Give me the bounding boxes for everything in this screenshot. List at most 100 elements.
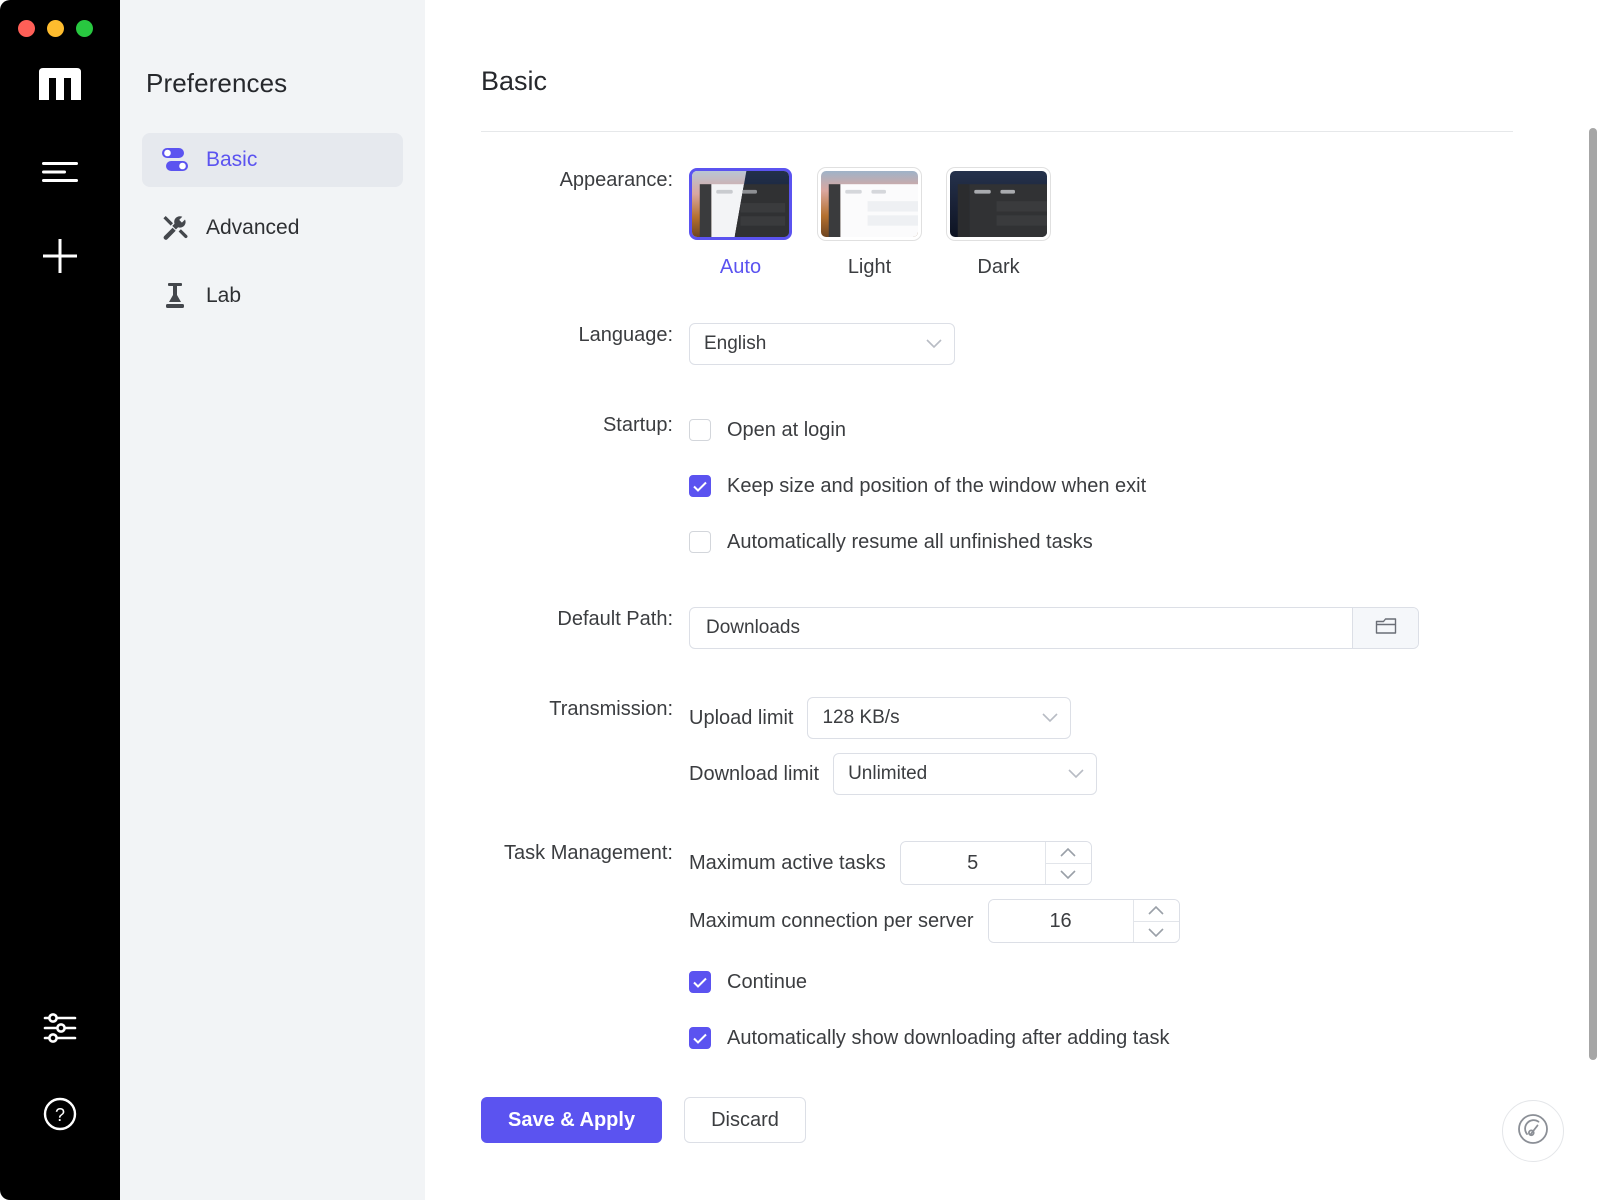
stepper-buttons (1044, 842, 1091, 884)
speed-gauge-button[interactable] (1502, 1100, 1564, 1162)
theme-thumbnail-dark (947, 168, 1050, 240)
download-limit-label: Download limit (689, 762, 820, 785)
checkbox-row-auto-show-downloading[interactable]: Automatically show downloading after add… (689, 1021, 1600, 1055)
traffic-lights (18, 20, 93, 37)
theme-option-light[interactable]: Light (818, 168, 921, 279)
flask-icon (160, 281, 190, 311)
minimize-window-button[interactable] (47, 20, 64, 37)
maximize-window-button[interactable] (76, 20, 93, 37)
sidebar-title: Preferences (146, 68, 288, 98)
max-active-tasks-input[interactable] (900, 842, 1045, 884)
appearance-label: Appearance: (559, 169, 673, 191)
title-divider (481, 131, 1513, 132)
download-limit-value: Unlimited (848, 763, 928, 784)
theme-label-light: Light (847, 256, 892, 278)
default-path-field[interactable] (689, 607, 1419, 649)
add-task-icon[interactable] (0, 232, 120, 280)
app-window: ? Preferences Basic Advanced Lab Basic A… (0, 0, 1600, 1200)
checkbox-auto-resume[interactable] (689, 531, 711, 553)
theme-label-dark: Dark (977, 256, 1020, 278)
download-limit-select[interactable]: Unlimited (833, 753, 1098, 795)
checkbox-keep-size-position[interactable] (689, 475, 711, 497)
startup-row: Startup: Open at login Keep size and pos… (481, 413, 1600, 559)
discard-button[interactable]: Discard (684, 1097, 806, 1143)
startup-label: Startup: (602, 414, 673, 436)
max-connection-group: Maximum connection per server (689, 899, 1600, 943)
app-logo-icon (0, 66, 120, 102)
svg-text:?: ? (55, 1105, 65, 1125)
folder-icon (1375, 616, 1397, 641)
stepper-increment-button[interactable] (1133, 900, 1179, 921)
sidebar-item-label: Lab (206, 284, 242, 307)
max-active-tasks-stepper[interactable] (899, 841, 1092, 885)
checkbox-auto-show-downloading[interactable] (689, 1027, 711, 1049)
footer-actions: Save & Apply Discard (481, 1097, 1600, 1143)
checkbox-label: Open at login (727, 418, 846, 441)
sidebar-item-label: Basic (206, 148, 258, 171)
checkbox-row-open-at-login[interactable]: Open at login (689, 413, 1600, 447)
transmission-label: Transmission: (549, 698, 673, 720)
checkbox-label: Automatically show downloading after add… (727, 1026, 1170, 1049)
upload-limit-value: 128 KB/s (822, 707, 900, 728)
vertical-scrollbar[interactable] (1589, 128, 1597, 1060)
max-active-tasks-group: Maximum active tasks (689, 841, 1600, 885)
download-limit-group: Download limit Unlimited (689, 753, 1600, 795)
default-path-row: Default Path: (481, 607, 1600, 649)
stepper-increment-button[interactable] (1045, 842, 1091, 863)
tools-icon (160, 213, 190, 243)
max-connection-stepper[interactable] (987, 899, 1180, 943)
chevron-down-icon (1068, 763, 1084, 785)
checkbox-open-at-login[interactable] (689, 419, 711, 441)
stepper-decrement-button[interactable] (1045, 863, 1091, 884)
preferences-sidebar: Preferences Basic Advanced Lab (120, 0, 425, 1200)
close-window-button[interactable] (18, 20, 35, 37)
task-management-label: Task Management: (504, 842, 673, 864)
stepper-decrement-button[interactable] (1133, 921, 1179, 942)
help-icon[interactable]: ? (0, 1090, 120, 1138)
theme-option-auto[interactable]: Auto (689, 168, 792, 279)
sidebar-item-basic[interactable]: Basic (142, 133, 403, 187)
theme-thumbnail-light (818, 168, 921, 240)
stepper-buttons (1132, 900, 1179, 942)
preferences-icon[interactable] (0, 1004, 120, 1052)
checkbox-label: Keep size and position of the window whe… (727, 474, 1147, 497)
appearance-row: Appearance: Auto Light Dark (481, 168, 1600, 279)
theme-thumbnail-auto (689, 168, 792, 240)
checkbox-label: Automatically resume all unfinished task… (727, 530, 1093, 553)
language-select[interactable]: English (689, 323, 955, 365)
max-active-tasks-label: Maximum active tasks (689, 851, 886, 874)
default-path-label: Default Path: (557, 608, 673, 630)
browse-folder-button[interactable] (1352, 608, 1418, 648)
sidebar-nav: Basic Advanced Lab (120, 133, 425, 323)
sidebar-item-advanced[interactable]: Advanced (142, 201, 403, 255)
checkbox-row-auto-resume[interactable]: Automatically resume all unfinished task… (689, 525, 1600, 559)
sidebar-item-label: Advanced (206, 216, 300, 239)
checkbox-row-keep-size-position[interactable]: Keep size and position of the window whe… (689, 469, 1600, 503)
sidebar-item-lab[interactable]: Lab (142, 269, 403, 323)
save-apply-button[interactable]: Save & Apply (481, 1097, 663, 1143)
theme-label-auto: Auto (719, 256, 762, 278)
chevron-down-icon (1042, 707, 1059, 729)
max-connection-label: Maximum connection per server (689, 909, 974, 932)
language-row: Language: English (481, 323, 1600, 365)
checkbox-continue[interactable] (689, 971, 711, 993)
chevron-down-icon (926, 333, 942, 355)
left-rail: ? (0, 0, 120, 1200)
default-path-input[interactable] (690, 608, 1352, 648)
language-label: Language: (578, 324, 673, 346)
page-title: Basic (481, 66, 548, 96)
upload-limit-select[interactable]: 128 KB/s (807, 697, 1072, 739)
checkbox-row-continue[interactable]: Continue (689, 965, 1600, 999)
language-value: English (704, 333, 767, 354)
menu-icon[interactable] (0, 150, 120, 194)
checkbox-label: Continue (727, 970, 808, 993)
theme-option-dark[interactable]: Dark (947, 168, 1050, 279)
appearance-options: Auto Light Dark (689, 168, 1600, 279)
task-management-row: Task Management: Maximum active tasks 5 … (481, 841, 1600, 1055)
upload-limit-label: Upload limit (689, 706, 794, 729)
speedometer-icon (1516, 1112, 1550, 1151)
max-connection-input[interactable] (988, 900, 1133, 942)
transmission-row: Transmission: Upload limit 128 KB/s Down… (481, 697, 1600, 795)
